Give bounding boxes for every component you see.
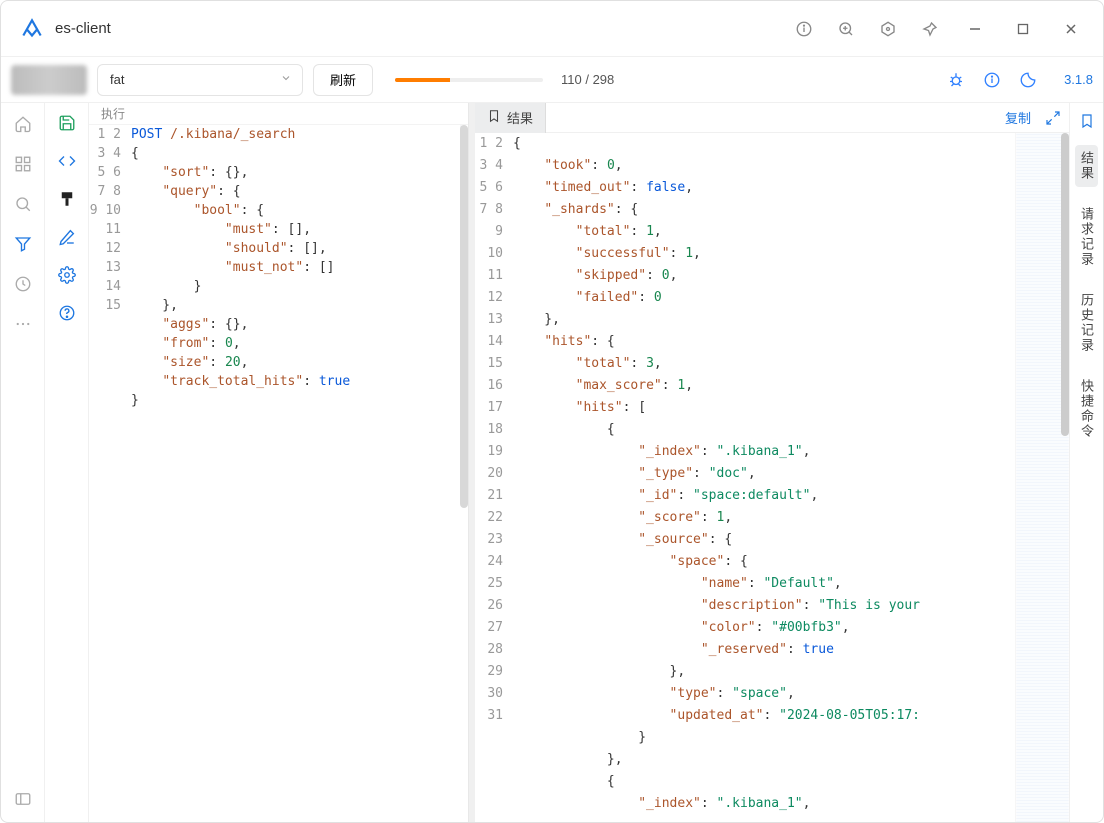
editor-tools-sidebar xyxy=(45,103,89,822)
result-gutter: 1 2 3 4 5 6 7 8 9 10 11 12 13 14 15 16 1… xyxy=(475,133,513,822)
request-editor[interactable]: 1 2 3 4 5 6 7 8 9 10 11 12 13 14 15 POST… xyxy=(89,125,468,822)
right-tab-result[interactable]: 结果 xyxy=(1075,145,1098,187)
request-code[interactable]: POST /.kibana/_search { "sort": {}, "que… xyxy=(131,125,460,822)
filter-icon[interactable] xyxy=(12,233,34,255)
result-pane: 结果 复制 1 2 3 4 5 6 7 8 9 10 11 12 13 14 1… xyxy=(475,103,1069,822)
app-logo-icon xyxy=(19,16,45,42)
progress-area: 110 / 298 xyxy=(395,72,614,87)
fullscreen-icon[interactable] xyxy=(1045,110,1061,126)
settings-gear-icon[interactable] xyxy=(57,265,77,285)
edit-icon[interactable] xyxy=(57,227,77,247)
app-title: es-client xyxy=(55,20,111,37)
progress-text: 110 / 298 xyxy=(561,72,614,87)
window-close[interactable] xyxy=(1053,14,1089,44)
collapse-icon[interactable] xyxy=(12,788,34,810)
bookmark-icon xyxy=(487,109,501,126)
search-icon[interactable] xyxy=(12,193,34,215)
format-icon[interactable] xyxy=(57,189,77,209)
result-tab-label: 结果 xyxy=(507,108,533,127)
window-maximize[interactable] xyxy=(1005,14,1041,44)
primary-sidebar xyxy=(1,103,45,822)
server-thumb[interactable] xyxy=(11,65,87,95)
request-gutter: 1 2 3 4 5 6 7 8 9 10 11 12 13 14 15 xyxy=(89,125,131,822)
right-tab-request-log[interactable]: 请求记录 xyxy=(1075,201,1098,273)
monitor-icon[interactable] xyxy=(12,273,34,295)
refresh-button[interactable]: 刷新 xyxy=(313,64,373,96)
progress-bar xyxy=(395,78,543,82)
help-icon[interactable] xyxy=(982,70,1002,90)
progress-fill xyxy=(395,78,450,82)
right-tab-history[interactable]: 历史记录 xyxy=(1075,287,1098,359)
copy-button[interactable]: 复制 xyxy=(1005,108,1031,127)
window-minimize[interactable] xyxy=(957,14,993,44)
pin-icon[interactable] xyxy=(915,14,945,44)
more-icon[interactable] xyxy=(12,313,34,335)
titlebar: es-client xyxy=(1,1,1103,57)
right-tab-shortcuts[interactable]: 快捷命令 xyxy=(1075,373,1098,445)
result-header: 结果 复制 xyxy=(475,103,1069,133)
environment-select[interactable]: fat xyxy=(97,64,303,96)
request-editor-pane: 执行 1 2 3 4 5 6 7 8 9 10 11 12 13 14 15 P… xyxy=(89,103,469,822)
code-icon[interactable] xyxy=(57,151,77,171)
result-tab[interactable]: 结果 xyxy=(475,103,546,133)
result-scrollbar-thumb[interactable] xyxy=(1061,133,1069,436)
result-code[interactable]: { "took": 0, "timed_out": false, "_shard… xyxy=(513,133,1015,822)
save-icon[interactable] xyxy=(57,113,77,133)
top-toolbar: fat 刷新 110 / 298 3.1.8 xyxy=(1,57,1103,103)
bug-icon[interactable] xyxy=(946,70,966,90)
version-label[interactable]: 3.1.8 xyxy=(1064,72,1093,87)
bookmark-icon[interactable] xyxy=(1077,111,1097,131)
environment-value: fat xyxy=(110,72,124,87)
editor-header: 执行 xyxy=(89,103,468,125)
question-icon[interactable] xyxy=(57,303,77,323)
info-icon[interactable] xyxy=(789,14,819,44)
right-tab-bar: 结果 请求记录 历史记录 快捷命令 xyxy=(1069,103,1103,822)
zoom-icon[interactable] xyxy=(831,14,861,44)
home-icon[interactable] xyxy=(12,113,34,135)
result-minimap[interactable] xyxy=(1015,133,1069,822)
target-icon[interactable] xyxy=(873,14,903,44)
grid-icon[interactable] xyxy=(12,153,34,175)
chevron-down-icon xyxy=(280,72,292,87)
theme-icon[interactable] xyxy=(1018,70,1038,90)
editor-scrollbar[interactable] xyxy=(460,125,468,822)
result-editor[interactable]: 1 2 3 4 5 6 7 8 9 10 11 12 13 14 15 16 1… xyxy=(475,133,1069,822)
